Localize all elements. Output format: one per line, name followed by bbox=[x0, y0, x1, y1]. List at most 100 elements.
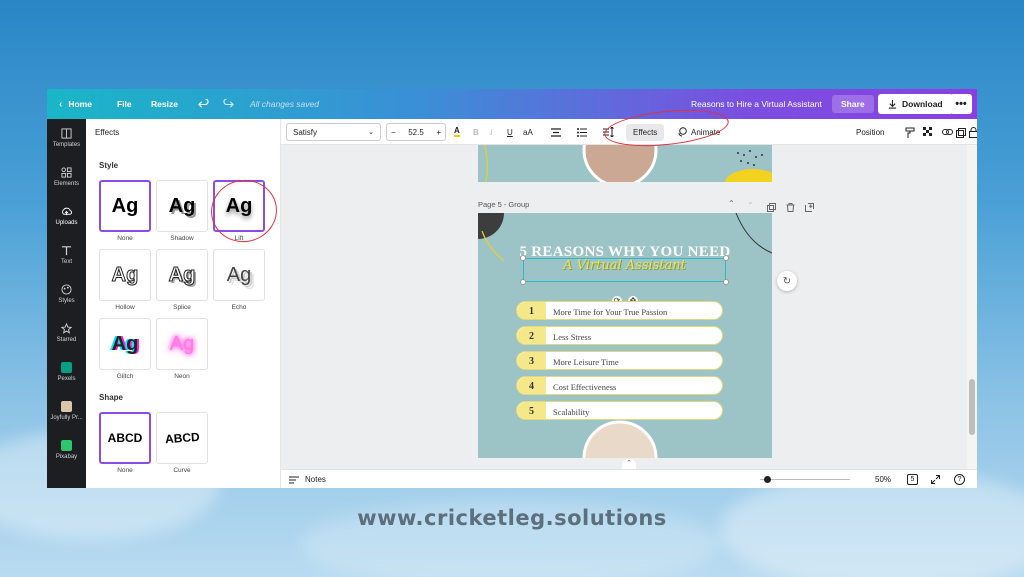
align-button[interactable] bbox=[551, 119, 561, 145]
design-canvas[interactable]: Page 5 - Group ⌃ ⌄ 5 REASONS WHY YOU NEE… bbox=[281, 145, 977, 469]
top-bar: ‹ Home File Resize All changes saved Rea… bbox=[47, 89, 977, 119]
shape-none-tile[interactable]: ABCD bbox=[99, 412, 151, 464]
rail-label: Pixabay bbox=[55, 454, 78, 460]
panel-title: Effects bbox=[95, 128, 120, 137]
undo-icon bbox=[198, 98, 209, 108]
chevron-down-icon[interactable]: ⌄ bbox=[747, 197, 754, 206]
font-size-input[interactable]: 52.5 bbox=[408, 128, 424, 137]
copy-style-button[interactable] bbox=[905, 119, 915, 145]
effect-splice-tile[interactable]: Ag bbox=[156, 249, 208, 301]
fullscreen-button[interactable] bbox=[931, 470, 940, 488]
resize-handle[interactable] bbox=[723, 279, 729, 285]
duplicate-page-icon bbox=[767, 203, 776, 212]
notes-button[interactable]: Notes bbox=[289, 470, 326, 488]
more-options-button[interactable]: ••• bbox=[950, 89, 972, 119]
file-menu[interactable]: File bbox=[117, 89, 132, 119]
resize-handle[interactable] bbox=[723, 255, 729, 261]
position-button[interactable]: Position bbox=[856, 119, 884, 145]
effect-glitch-tile[interactable]: Ag bbox=[99, 318, 151, 370]
rail-pixabay[interactable]: Pixabay bbox=[47, 440, 86, 460]
home-button[interactable]: ‹ Home bbox=[59, 89, 92, 119]
reason-number: 2 bbox=[517, 327, 546, 344]
list-button[interactable] bbox=[577, 119, 587, 145]
chevron-up-icon[interactable]: ⌃ bbox=[728, 199, 735, 208]
effect-sample: Ag bbox=[168, 194, 196, 217]
link-button[interactable] bbox=[942, 119, 953, 145]
underline-button[interactable]: U bbox=[507, 119, 513, 145]
rail-elements[interactable]: Elements bbox=[47, 167, 86, 187]
duplicate-button[interactable] bbox=[956, 125, 966, 143]
home-label: Home bbox=[68, 99, 92, 109]
vertical-scrollbar[interactable] bbox=[967, 145, 977, 469]
canva-editor-window: ‹ Home File Resize All changes saved Rea… bbox=[47, 89, 977, 488]
regenerate-button[interactable]: ↻ bbox=[777, 271, 797, 291]
selection-box bbox=[523, 258, 726, 282]
page-count-button[interactable]: 5 bbox=[907, 474, 918, 485]
increase-size-button[interactable]: + bbox=[436, 128, 441, 137]
redo-button[interactable] bbox=[223, 89, 234, 119]
save-status-text: All changes saved bbox=[250, 99, 319, 109]
share-button[interactable]: Share bbox=[832, 89, 874, 119]
refresh-icon: ↻ bbox=[782, 275, 792, 287]
add-page-button[interactable] bbox=[805, 199, 814, 217]
bold-icon: B bbox=[473, 127, 479, 137]
effect-hollow-tile[interactable]: Ag bbox=[99, 249, 151, 301]
download-icon bbox=[888, 99, 897, 109]
shape-sample: ABCD bbox=[164, 429, 200, 447]
rail-pexels[interactable]: Pexels bbox=[47, 362, 86, 382]
rail-templates[interactable]: Templates bbox=[47, 128, 86, 148]
zoom-level[interactable]: 50% bbox=[875, 470, 891, 488]
page-5[interactable]: 5 REASONS WHY YOU NEED A Virtual Assista… bbox=[478, 213, 772, 458]
effect-label: Splice bbox=[173, 304, 191, 311]
page-4-decorations bbox=[483, 145, 772, 182]
rail-uploads[interactable]: Uploads bbox=[47, 206, 86, 226]
delete-page-button[interactable] bbox=[786, 199, 795, 217]
effect-label: Glitch bbox=[116, 373, 134, 380]
transparency-button[interactable] bbox=[923, 119, 933, 145]
reason-item[interactable]: 4 Cost Effectiveness bbox=[516, 376, 723, 395]
effect-sample: Ag bbox=[168, 263, 196, 286]
download-button[interactable]: Download bbox=[878, 89, 953, 119]
resize-handle[interactable] bbox=[520, 279, 526, 285]
page-4-preview[interactable] bbox=[478, 145, 772, 182]
rail-styles[interactable]: Styles bbox=[47, 284, 86, 304]
undo-button[interactable] bbox=[198, 89, 209, 119]
reason-text: Less Stress bbox=[553, 331, 592, 342]
resize-handle[interactable] bbox=[520, 255, 526, 261]
effect-label: Shadow bbox=[170, 235, 194, 242]
bold-button[interactable]: B bbox=[473, 119, 479, 145]
style-section-label: Style bbox=[99, 161, 119, 170]
reason-item[interactable]: 5 Scalability bbox=[516, 401, 723, 420]
watermark-url: www.cricketleg.solutions bbox=[357, 506, 667, 530]
effect-neon-tile[interactable]: Ag bbox=[156, 318, 208, 370]
reason-item[interactable]: 2 Less Stress bbox=[516, 326, 723, 345]
show-pages-toggle[interactable]: ⌃ bbox=[622, 459, 636, 469]
resize-button[interactable]: Resize bbox=[151, 89, 178, 119]
effect-label: Hollow bbox=[115, 304, 135, 311]
zoom-slider[interactable] bbox=[760, 476, 850, 483]
decrease-size-button[interactable]: − bbox=[391, 128, 396, 137]
rail-starred[interactable]: Starred bbox=[47, 323, 86, 343]
effect-shadow-tile[interactable]: Ag bbox=[156, 180, 208, 232]
text-color-button[interactable]: A bbox=[454, 119, 460, 145]
scrollbar-thumb[interactable] bbox=[969, 379, 975, 435]
zoom-slider-thumb[interactable] bbox=[764, 476, 771, 483]
shape-curve-tile[interactable]: ABCD bbox=[156, 412, 208, 464]
duplicate-icon bbox=[956, 128, 966, 138]
effect-none-tile[interactable]: Ag bbox=[99, 180, 151, 232]
rail-joyfully[interactable]: Joyfully Pr... bbox=[47, 401, 86, 421]
reason-item[interactable]: 3 More Leisure Time bbox=[516, 351, 723, 370]
italic-button[interactable]: I bbox=[490, 119, 493, 145]
letter-case-button[interactable]: aA bbox=[523, 119, 533, 145]
reason-item[interactable]: 1 More Time for Your True Passion bbox=[516, 301, 723, 320]
font-family-dropdown[interactable]: Satisfy ⌄ bbox=[286, 123, 381, 141]
joyfully-icon bbox=[61, 401, 72, 412]
rail-text[interactable]: Text bbox=[47, 245, 86, 265]
rail-label: Text bbox=[60, 259, 72, 265]
reason-number: 3 bbox=[517, 352, 546, 369]
star-icon bbox=[61, 323, 72, 334]
redo-icon bbox=[223, 98, 234, 108]
effect-echo-tile[interactable]: Ag bbox=[213, 249, 265, 301]
help-button[interactable]: ? bbox=[954, 474, 965, 485]
lock-button[interactable] bbox=[969, 119, 977, 145]
